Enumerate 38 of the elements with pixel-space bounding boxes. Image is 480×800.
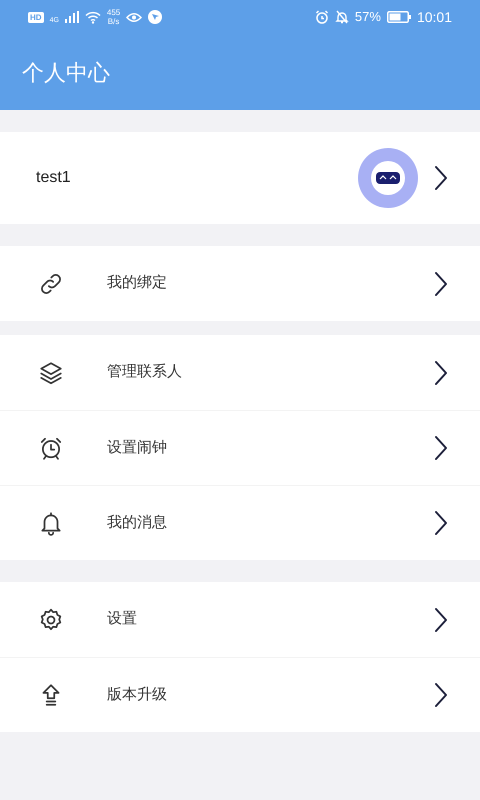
avatar-icon [358,148,418,208]
chevron-right-icon [434,606,448,632]
profile-row[interactable]: test1 [0,132,480,224]
settings-icon [38,606,64,632]
chevron-right-icon [434,435,448,461]
menu-item[interactable]: 我的绑定 [0,246,480,321]
menu-label: 我的消息 [107,512,168,533]
menu-label: 设置闹钟 [107,438,168,458]
menu-label: 我的绑定 [107,273,168,294]
hd-badge: HD [28,12,44,22]
alarm-clock-icon [314,10,329,24]
navigation-icon [148,10,162,24]
page-title: 个人中心 [22,58,110,86]
menu-item[interactable]: 管理联系人 [0,335,480,410]
username: test1 [36,168,72,188]
menu-item[interactable]: 我的消息 [0,485,480,560]
chevron-right-icon [434,270,448,296]
chevron-right-icon [434,165,448,191]
speed-unit: B/s [108,17,120,26]
clock-time: 10:01 [416,8,452,26]
alarm-clock-icon [38,435,64,461]
speed-value: 455 [106,8,120,17]
eye-icon [126,12,142,22]
signal-icon [64,11,79,23]
chevron-right-icon [434,510,448,536]
menu-item[interactable]: 版本升级 [0,657,480,732]
menu-label: 管理联系人 [107,362,183,382]
battery-percent: 57% [354,8,381,26]
wifi-icon [84,10,101,24]
chevron-right-icon [434,360,448,386]
menu-item[interactable]: 设置闹钟 [0,410,480,485]
menu-label: 版本升级 [107,684,168,705]
layers-icon [38,360,64,386]
menu-item[interactable]: 设置 [0,582,480,657]
muted-bell-icon [334,10,349,24]
chevron-right-icon [434,682,448,708]
battery-icon [386,11,411,23]
menu-label: 设置 [107,609,138,630]
